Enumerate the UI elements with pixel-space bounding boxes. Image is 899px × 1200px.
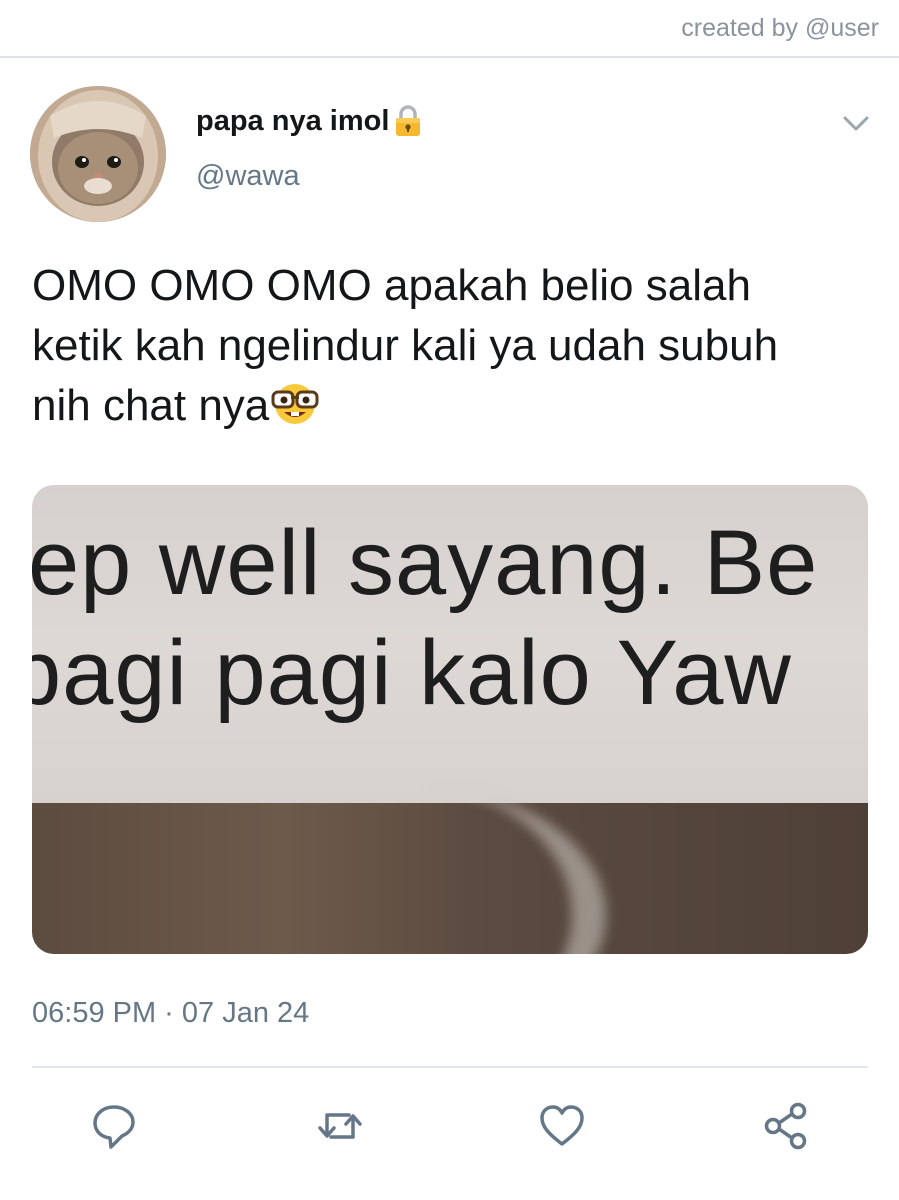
like-icon <box>540 1105 584 1146</box>
tweet-timestamp[interactable]: 06:59 PM · 07 Jan 24 <box>32 997 309 1030</box>
tweet-text-line-text: nih chat nya <box>32 381 270 430</box>
tweet-menu-button[interactable] <box>836 106 876 142</box>
reply-icon <box>93 1105 135 1149</box>
cat-avatar-image <box>30 86 166 222</box>
retweet-button[interactable] <box>312 1098 368 1154</box>
retweet-icon <box>318 1113 362 1139</box>
chevron-down-icon <box>843 116 869 131</box>
header-divider <box>0 56 899 58</box>
media-text-line: pagi pagi kalo Yaw <box>32 622 792 724</box>
tweet-text: OMO OMO OMO apakah belio salah ketik kah… <box>32 256 882 436</box>
share-icon <box>764 1102 807 1150</box>
share-button[interactable] <box>758 1098 814 1154</box>
media-text-line: ep well sayang. Be <box>32 512 819 614</box>
actions-divider <box>32 1066 868 1068</box>
lock-icon <box>396 105 421 136</box>
watermark-text: created by @user <box>681 14 879 42</box>
tweet-text-line: nih chat nya <box>32 376 882 436</box>
user-handle[interactable]: @wawa <box>196 160 300 193</box>
tweet-text-line: OMO OMO OMO apakah belio salah <box>32 261 751 310</box>
display-name-text: papa nya imol <box>196 104 390 137</box>
tweet-media-image[interactable]: ep well sayang. Be pagi pagi kalo Yaw <box>32 485 868 954</box>
display-name[interactable]: papa nya imol <box>196 104 423 138</box>
tweet-actions-bar <box>0 1098 899 1154</box>
avatar[interactable] <box>30 86 166 222</box>
nerd-face-icon <box>271 384 319 424</box>
tweet-text-line: ketik kah ngelindur kali ya udah subuh <box>32 321 779 370</box>
like-button[interactable] <box>534 1098 590 1154</box>
reply-button[interactable] <box>86 1098 142 1154</box>
